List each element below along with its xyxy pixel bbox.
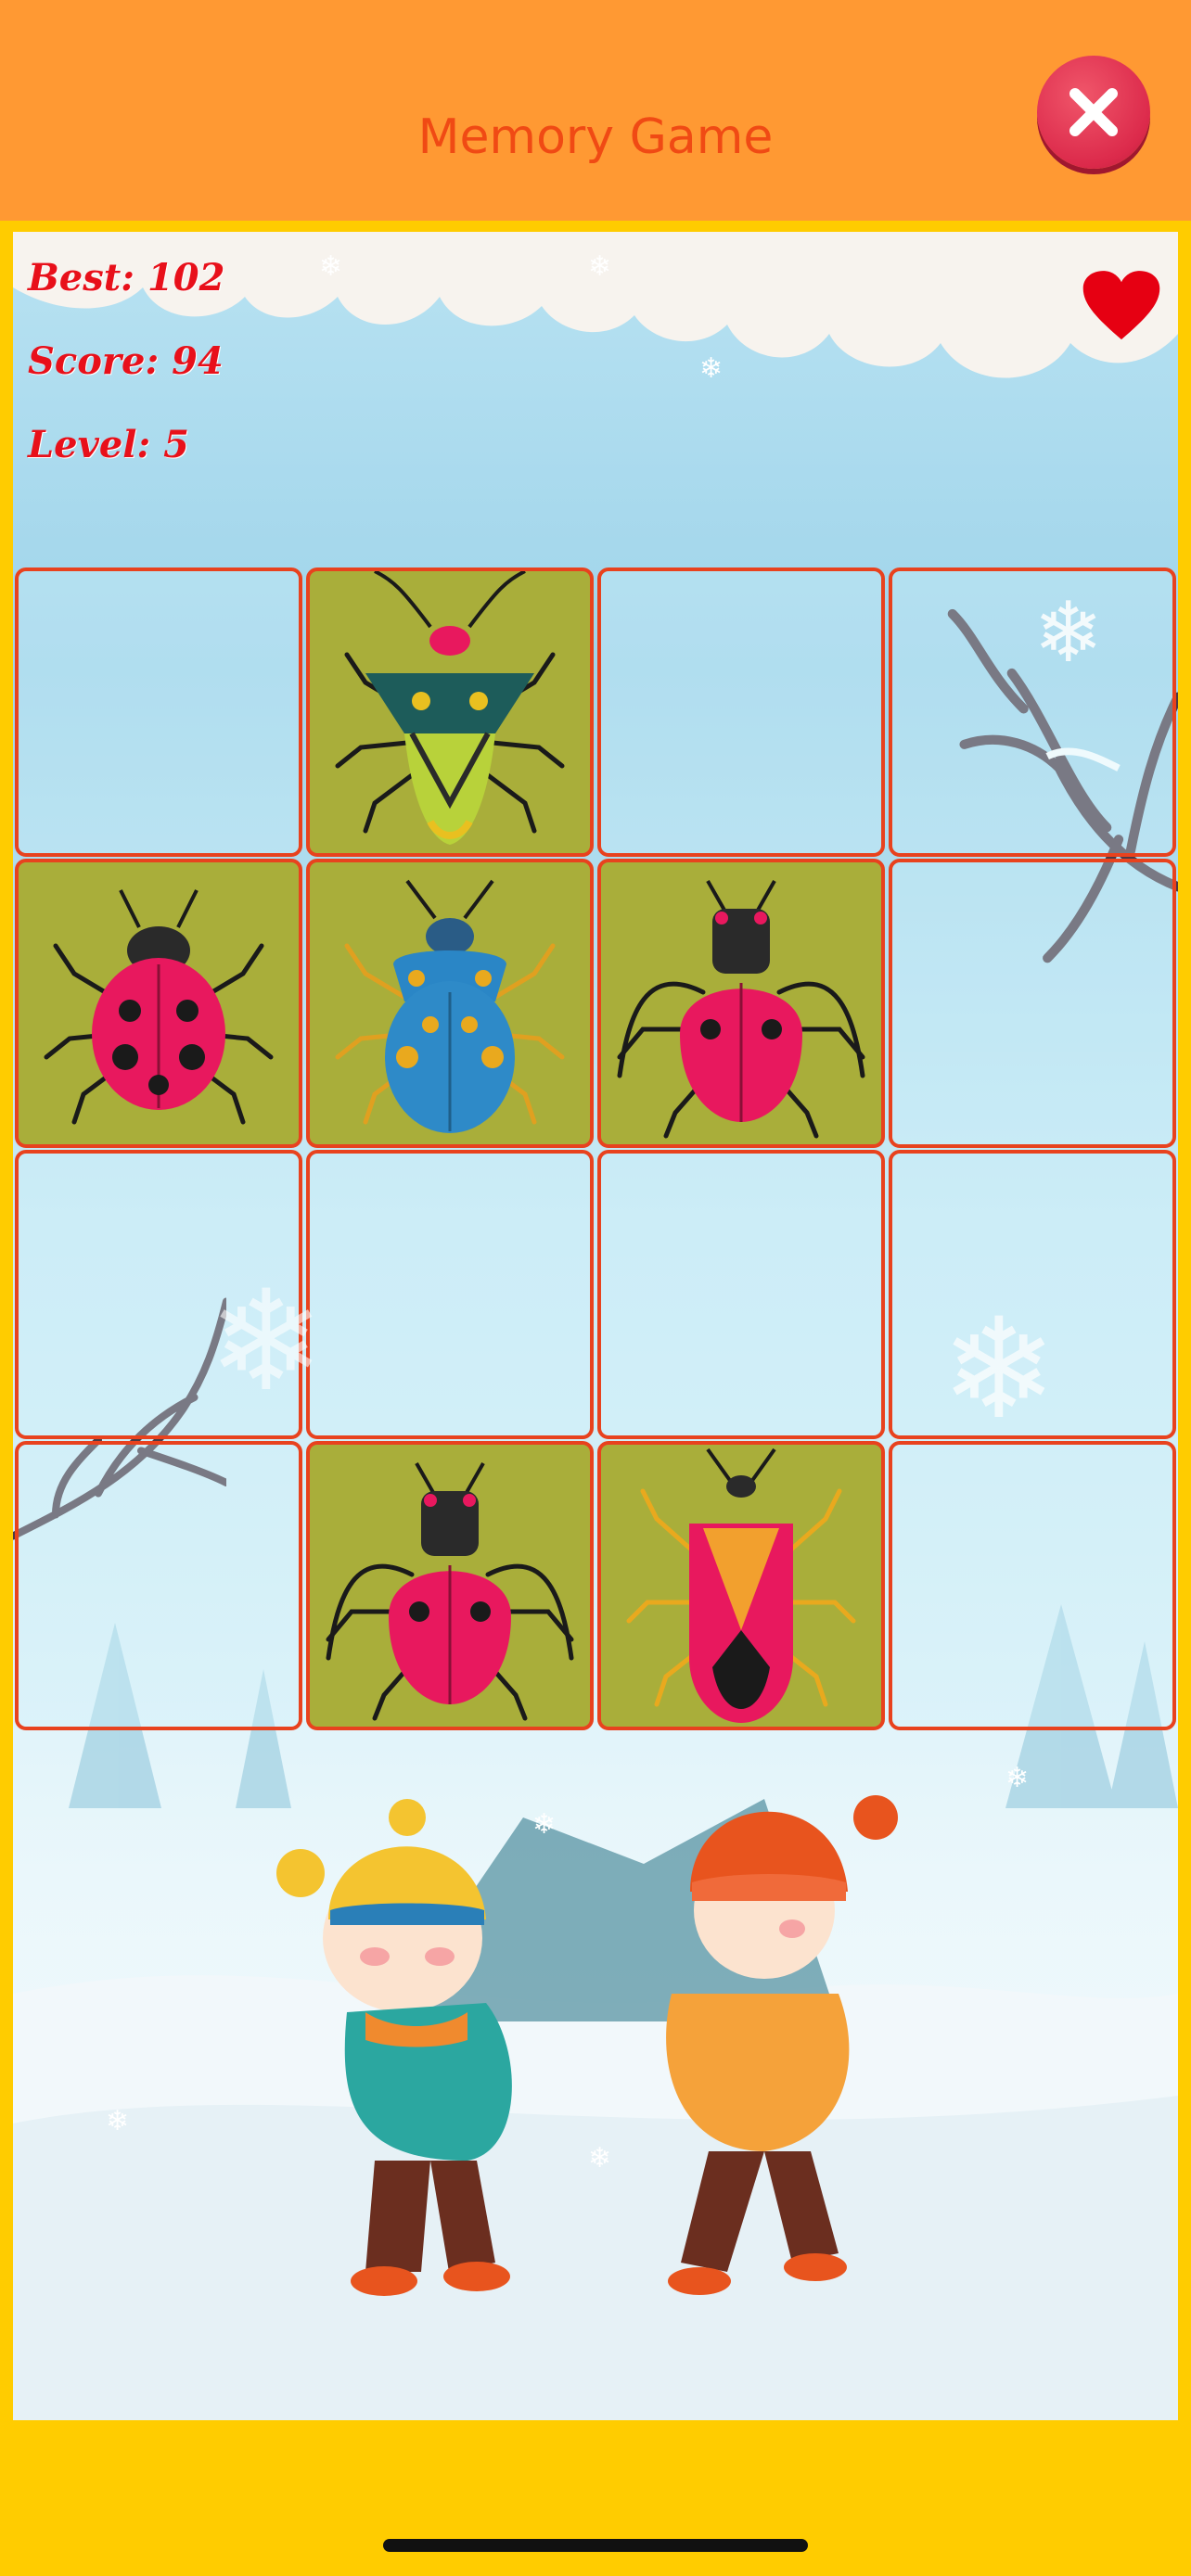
game-board: Best: 102 Score: 94 Level: 5 ❄ ❄ ❄ ❄ ❄ ❄… xyxy=(13,232,1178,2420)
green-yellow-shield-bug-icon xyxy=(335,571,565,845)
snowflake-icon: ❄ xyxy=(106,2106,130,2136)
snowflake-icon: ❄ xyxy=(1005,1763,1030,1793)
close-x-icon xyxy=(1069,88,1118,136)
close-button[interactable] xyxy=(1037,56,1150,169)
snowflake-icon: ❄ xyxy=(699,353,724,384)
boy-figure xyxy=(276,1799,512,2296)
stats-panel: Best: 102 Score: 94 Level: 5 xyxy=(28,250,224,501)
card-tile[interactable] xyxy=(15,1441,302,1730)
card-tile[interactable] xyxy=(889,567,1176,857)
pink-orange-shield-bug-icon xyxy=(626,1447,856,1723)
snowflake-icon: ❄ xyxy=(1033,587,1104,680)
card-tile[interactable] xyxy=(15,859,302,1148)
card-tile[interactable] xyxy=(306,1150,594,1439)
card-tile[interactable] xyxy=(889,859,1176,1148)
snowflake-icon: ❄ xyxy=(588,251,612,282)
level-indicator: Level: 5 xyxy=(28,423,189,466)
heart-icon xyxy=(1082,271,1160,340)
blue-spotted-bug-icon xyxy=(335,879,565,1133)
card-tile[interactable] xyxy=(597,859,885,1148)
home-indicator[interactable] xyxy=(383,2539,808,2552)
red-long-leg-beetle-icon xyxy=(617,880,865,1139)
best-score: Best: 102 xyxy=(28,256,225,300)
card-tile[interactable] xyxy=(597,1441,885,1730)
card-tile[interactable] xyxy=(597,567,885,857)
card-tile[interactable] xyxy=(306,1441,594,1730)
card-tile[interactable] xyxy=(306,859,594,1148)
snowflake-icon: ❄ xyxy=(588,2143,612,2174)
red-long-leg-beetle-icon xyxy=(326,1462,574,1721)
snowflake-icon: ❄ xyxy=(208,1263,325,1419)
page-title: Memory Game xyxy=(417,109,774,165)
card-tile[interactable] xyxy=(889,1441,1176,1730)
card-tile[interactable] xyxy=(306,567,594,857)
card-tile[interactable] xyxy=(15,567,302,857)
current-score: Score: 94 xyxy=(28,339,224,383)
pink-ladybug-icon xyxy=(44,889,274,1125)
kids-illustration xyxy=(276,1795,898,2296)
snowflake-icon: ❄ xyxy=(532,1809,557,1840)
card-tile[interactable] xyxy=(597,1150,885,1439)
snowflake-icon: ❄ xyxy=(941,1291,1057,1447)
girl-figure xyxy=(666,1795,898,2295)
header-bar: Memory Game xyxy=(0,0,1191,221)
snowflake-icon: ❄ xyxy=(319,251,343,282)
